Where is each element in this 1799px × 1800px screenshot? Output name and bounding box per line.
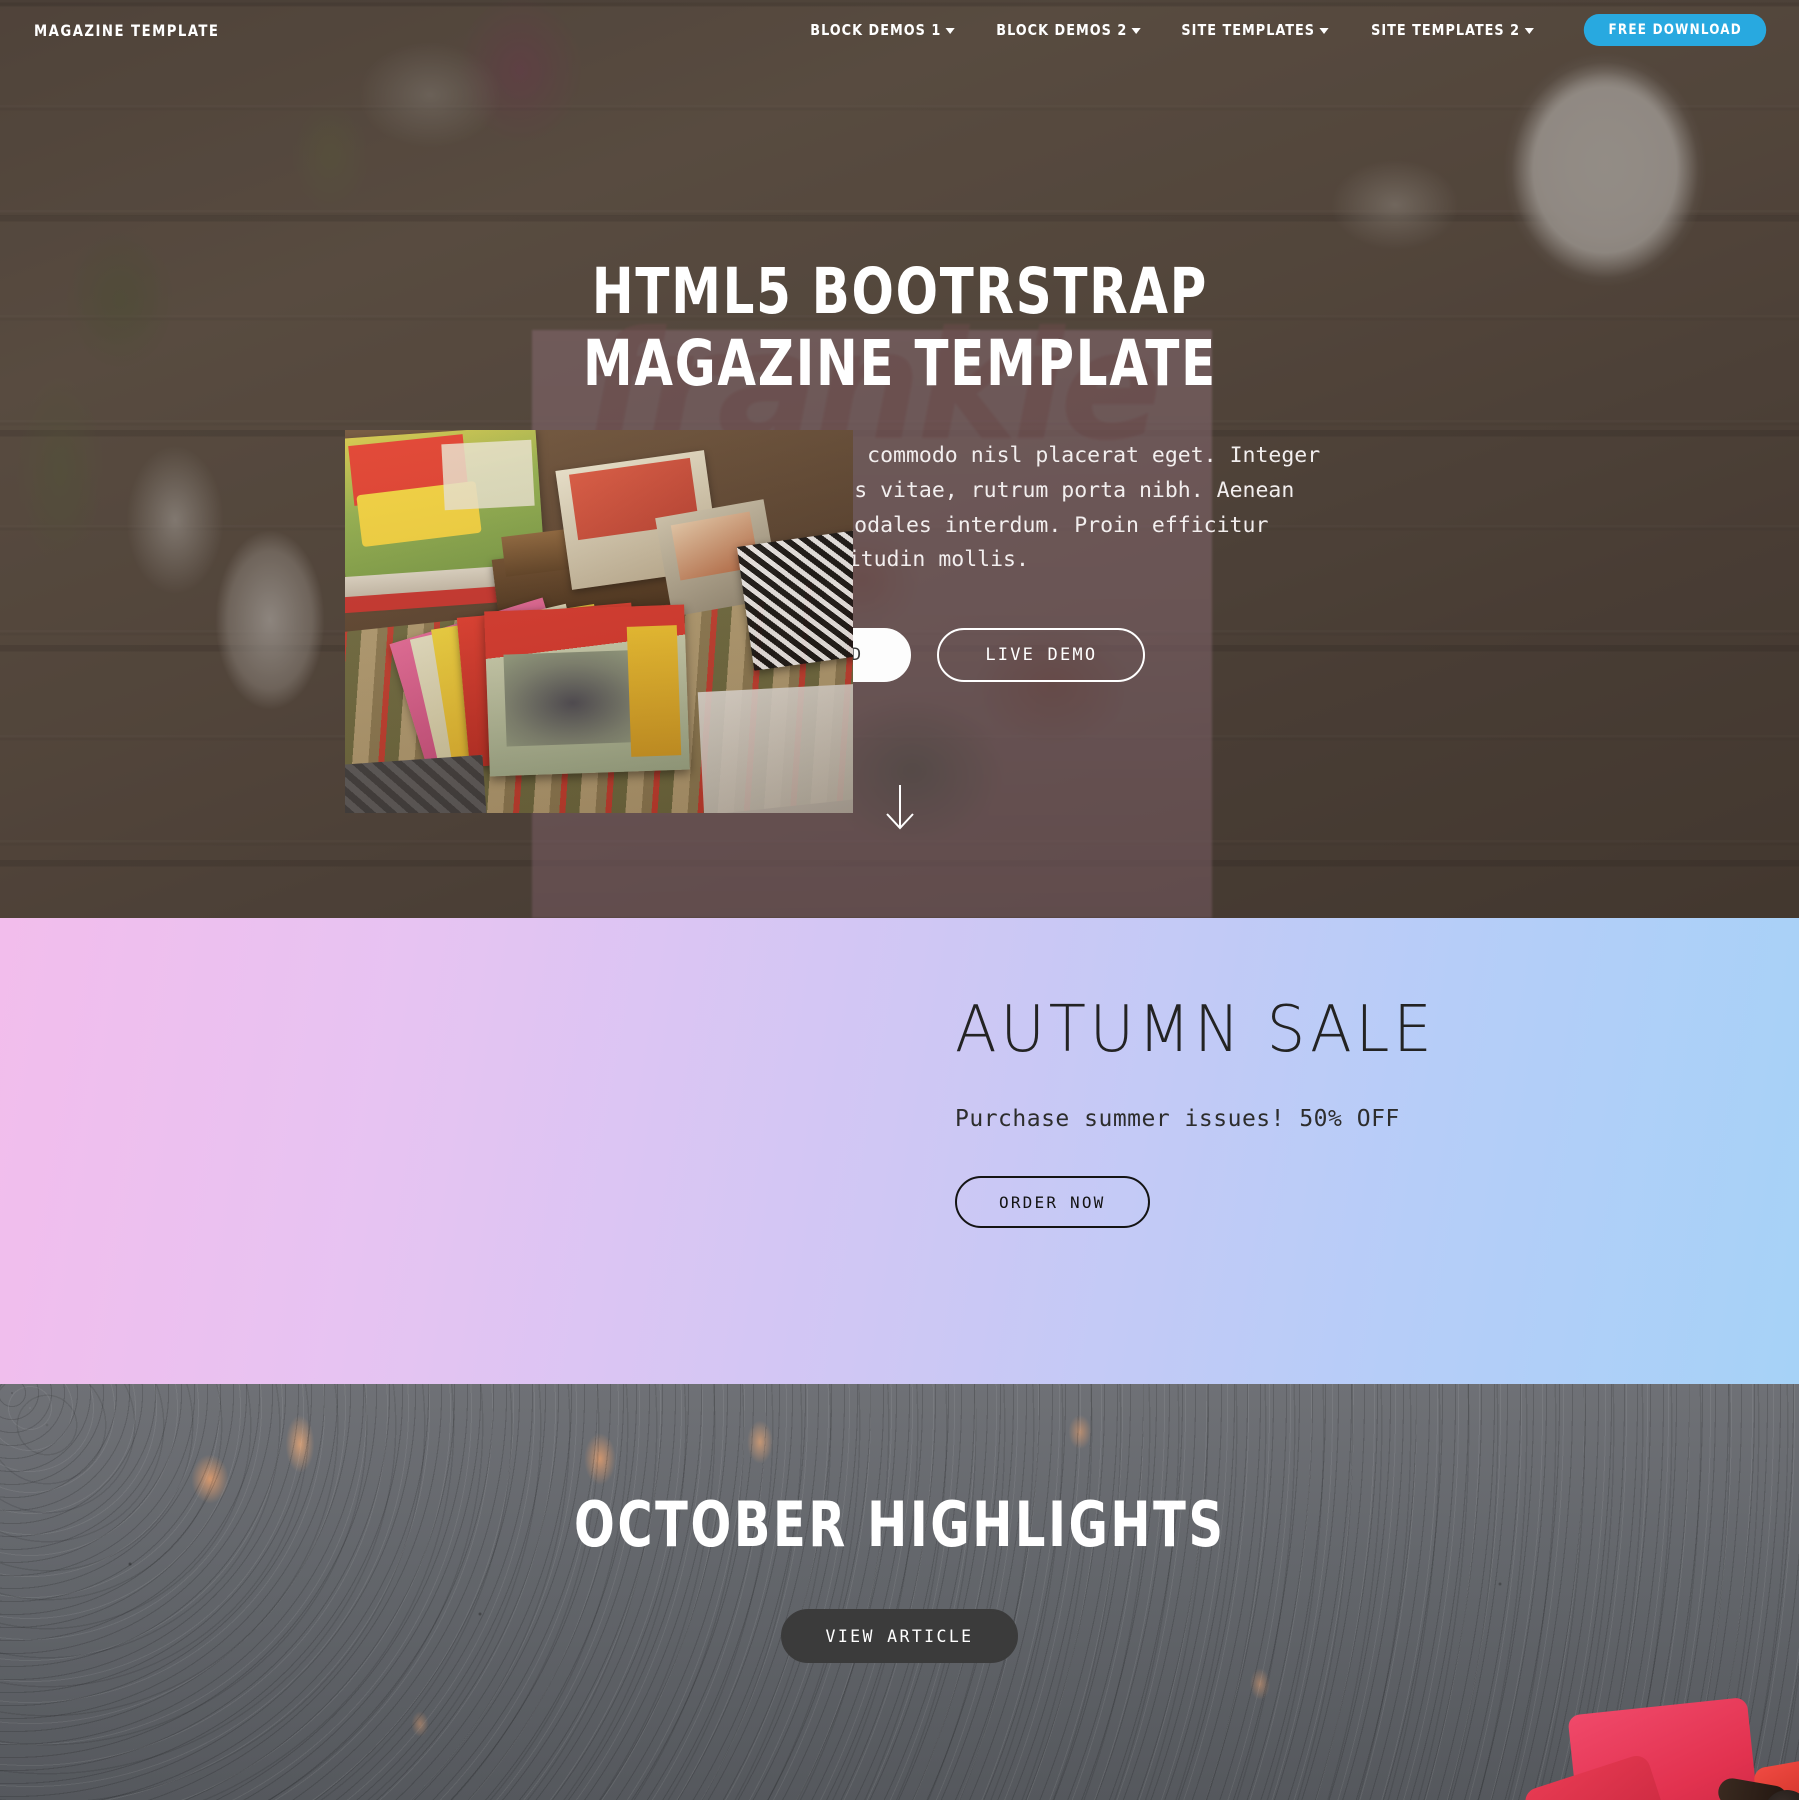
nav-item-block-demos-2[interactable]: BLOCK DEMOS 2 xyxy=(983,13,1154,47)
nav-item-label: SITE TEMPLATES xyxy=(1181,21,1316,39)
autumn-sale-section: AUTUMN SALE Purchase summer issues! 50% … xyxy=(0,430,1799,1384)
order-now-button[interactable]: ORDER NOW xyxy=(955,1176,1150,1228)
sale-image-wrapper xyxy=(345,430,853,813)
chevron-down-icon xyxy=(1131,28,1142,34)
arrow-down-icon[interactable] xyxy=(870,778,930,838)
sale-text-block: AUTUMN SALE Purchase summer issues! 50% … xyxy=(955,998,1461,1228)
nav-item-label: BLOCK DEMOS 1 xyxy=(810,21,942,39)
nav-menu: BLOCK DEMOS 1 BLOCK DEMOS 2 SITE TEMPLAT… xyxy=(790,13,1771,47)
sale-magazines-image xyxy=(345,430,853,813)
nav-item-label: SITE TEMPLATES 2 xyxy=(1370,21,1520,39)
nav-item-block-demos-1[interactable]: BLOCK DEMOS 1 xyxy=(798,13,969,47)
nav-item-site-templates-2[interactable]: SITE TEMPLATES 2 xyxy=(1358,13,1547,47)
hero-title: HTML5 BOOTRSTRAP MAGAZINE TEMPLATE xyxy=(582,255,1217,401)
chevron-down-icon xyxy=(1319,28,1330,34)
highlights-content: OCTOBER HIGHLIGHTS VIEW ARTICLE xyxy=(0,1384,1799,1800)
hero-section: frankie MAGAZINE TEMPLATE BLOCK DEMOS 1 … xyxy=(0,0,1799,918)
highlights-title: OCTOBER HIGHLIGHTS xyxy=(573,1488,1226,1561)
sale-title: AUTUMN SALE xyxy=(955,993,1436,1067)
brand-logo[interactable]: MAGAZINE TEMPLATE xyxy=(34,21,219,40)
navbar: MAGAZINE TEMPLATE BLOCK DEMOS 1 BLOCK DE… xyxy=(0,0,1799,60)
chevron-down-icon xyxy=(1524,28,1534,34)
october-highlights-section: OCTOBER HIGHLIGHTS VIEW ARTICLE xyxy=(0,1384,1799,1800)
chevron-down-icon xyxy=(946,28,956,34)
sale-subtitle: Purchase summer issues! 50% OFF xyxy=(955,1106,1400,1132)
navbar-free-download-button[interactable]: FREE DOWNLOAD xyxy=(1583,14,1767,46)
nav-item-label: BLOCK DEMOS 2 xyxy=(996,21,1128,39)
view-article-button[interactable]: VIEW ARTICLE xyxy=(781,1609,1018,1663)
nav-item-site-templates[interactable]: SITE TEMPLATES xyxy=(1169,13,1342,47)
hero-live-demo-button[interactable]: LIVE DEMO xyxy=(937,628,1146,683)
